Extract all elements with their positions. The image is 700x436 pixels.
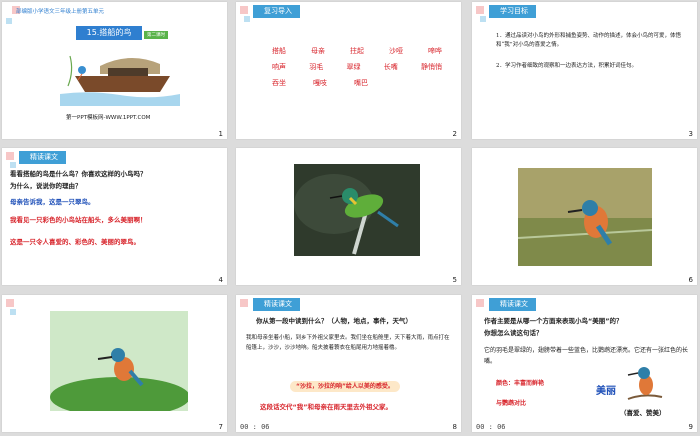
section-tag: 精读课文 — [19, 151, 66, 164]
slide-7[interactable]: 7 — [2, 295, 227, 432]
slide-5[interactable]: 5 — [236, 148, 461, 285]
vocab-word: 吞坐 — [272, 79, 286, 87]
answer-1: 母亲告诉我，这是一只翠鸟。 — [10, 198, 95, 206]
slide-number: 2 — [452, 130, 457, 138]
vocab-row-3: 吞坐 嘎吱 嘴巴 — [272, 78, 368, 88]
timer: 00 : 06 — [240, 423, 270, 431]
slide-grid: 部编版小学语文三年级上册第五单元 15.搭船的鸟 第二课时 第一PPT模板网-W… — [0, 0, 700, 436]
slide-number: 9 — [688, 423, 693, 431]
paragraph: 我和母亲坐着小船，到乡下外祖父家里去。我们坐在船舱里，天下着大雨，雨点打在船篷上… — [246, 333, 454, 353]
vocab-word: 翠绿 — [346, 63, 361, 71]
boat-illustration — [60, 46, 180, 106]
goal-1: 1．通过品读对小鸟的外形和捕鱼姿势、动作的描述，体会小鸟的可爱，体悟和“我”对小… — [496, 33, 682, 48]
vocab-word: 母亲 — [311, 47, 325, 55]
slide-9[interactable]: 精读课文 作者主要是从哪一个方面来表现小鸟“美丽”的？ 你想怎么读这句话？ 它的… — [472, 295, 697, 432]
vocab-word: 嘎吱 — [313, 79, 327, 87]
question: 你从第一段中读到什么？（人物，地点，事件，天气） — [256, 317, 412, 325]
question-1: 看看搭船的鸟是什么鸟？你喜欢这样的小鸟吗？ — [10, 170, 147, 178]
answer-3: 这是一只令人喜爱的、彩色的、美丽的翠鸟。 — [10, 238, 140, 246]
slide-number: 6 — [688, 276, 693, 284]
bee-eater-photo — [294, 164, 420, 256]
vocab-word: 搭船 — [272, 47, 286, 55]
vocab-word: 羽毛 — [309, 63, 324, 71]
vocab-word: 拄起 — [350, 47, 364, 55]
color-note: 颜色：丰富而鲜艳 — [496, 380, 545, 387]
section-tag: 学习目标 — [489, 5, 536, 18]
slide-number: 5 — [452, 276, 457, 284]
slide-number: 8 — [452, 423, 457, 431]
bubble-note: “沙拉，沙拉的响”给人以美的感受。 — [290, 381, 400, 392]
lesson-title: 15.搭船的鸟 — [76, 26, 142, 40]
slide-6[interactable]: 6 — [472, 148, 697, 285]
slide-number: 7 — [218, 423, 223, 431]
emotion-note: （喜爱、赞美） — [620, 409, 666, 417]
summary-note: 这段话交代“我”和母亲在雨天里去外祖父家。 — [260, 403, 393, 411]
vocab-word: 静悄悄 — [421, 63, 442, 71]
vocab-word: 嘴巴 — [354, 79, 368, 87]
section-tag: 精读课文 — [253, 298, 300, 311]
timer: 00 : 06 — [476, 423, 506, 431]
section-tag: 复习导入 — [253, 5, 300, 18]
kingfisher-on-leaf-photo — [50, 311, 188, 411]
slide-2[interactable]: 复习导入 搭船 母亲 拄起 沙哑 啼哗 响声 羽毛 翠绿 长嘴 静悄悄 吞坐 嘎… — [236, 2, 461, 139]
lesson-badge: 第二课时 — [144, 31, 168, 39]
slide-8[interactable]: 精读课文 你从第一段中读到什么？（人物，地点，事件，天气） 我和母亲坐着小船，到… — [236, 295, 461, 432]
slide-4[interactable]: 精读课文 看看搭船的鸟是什么鸟？你喜欢这样的小鸟吗？ 为什么，说说你的理由？ 母… — [2, 148, 227, 285]
vocab-word: 啼哗 — [428, 47, 442, 55]
vocab-word: 长嘴 — [383, 63, 398, 71]
vocab-row-2: 响声 羽毛 翠绿 长嘴 静悄悄 — [272, 62, 442, 72]
big-word: 美丽 — [596, 386, 616, 397]
vocab-row-1: 搭船 母亲 拄起 沙哑 啼哗 — [272, 46, 442, 56]
slide-number: 4 — [218, 276, 223, 284]
question-2: 为什么，说说你的理由？ — [10, 182, 82, 190]
slide-1[interactable]: 部编版小学语文三年级上册第五单元 15.搭船的鸟 第二课时 第一PPT模板网-W… — [2, 2, 227, 139]
series-label: 部编版小学语文三年级上册第五单元 — [16, 9, 105, 15]
goal-2: 2．学习作者细致的观察和一边表达方法，积累好词佳句。 — [496, 63, 638, 69]
compare-note: 与鹦鹉对比 — [496, 400, 527, 407]
vocab-word: 沙哑 — [389, 47, 403, 55]
slide-number: 1 — [218, 130, 223, 138]
slide-3[interactable]: 学习目标 1．通过品读对小鸟的外形和捕鱼姿势、动作的描述，体会小鸟的可爱，体悟和… — [472, 2, 697, 139]
paragraph-text: 我和母亲坐着小船，到乡下外祖父家里去。我们坐在船舱里，天下着大雨，雨点打在船篷上… — [246, 335, 450, 351]
lesson-title-text: 15.搭船的鸟 — [86, 28, 132, 37]
section-tag: 精读课文 — [489, 298, 536, 311]
kingfisher-illustration — [627, 367, 663, 400]
question-1: 作者主要是从哪一个方面来表现小鸟“美丽”的？ — [484, 317, 623, 325]
vocab-word: 响声 — [272, 63, 286, 71]
slide-number: 3 — [688, 130, 693, 138]
footer-watermark: 第一PPT模板网-WWW.1PPT.COM — [66, 115, 151, 121]
kingfisher-photo — [518, 168, 652, 266]
answer-2: 我看见一只彩色的小鸟站在船头，多么美丽啊！ — [10, 216, 147, 224]
question-2: 你想怎么读这句话？ — [484, 329, 543, 337]
